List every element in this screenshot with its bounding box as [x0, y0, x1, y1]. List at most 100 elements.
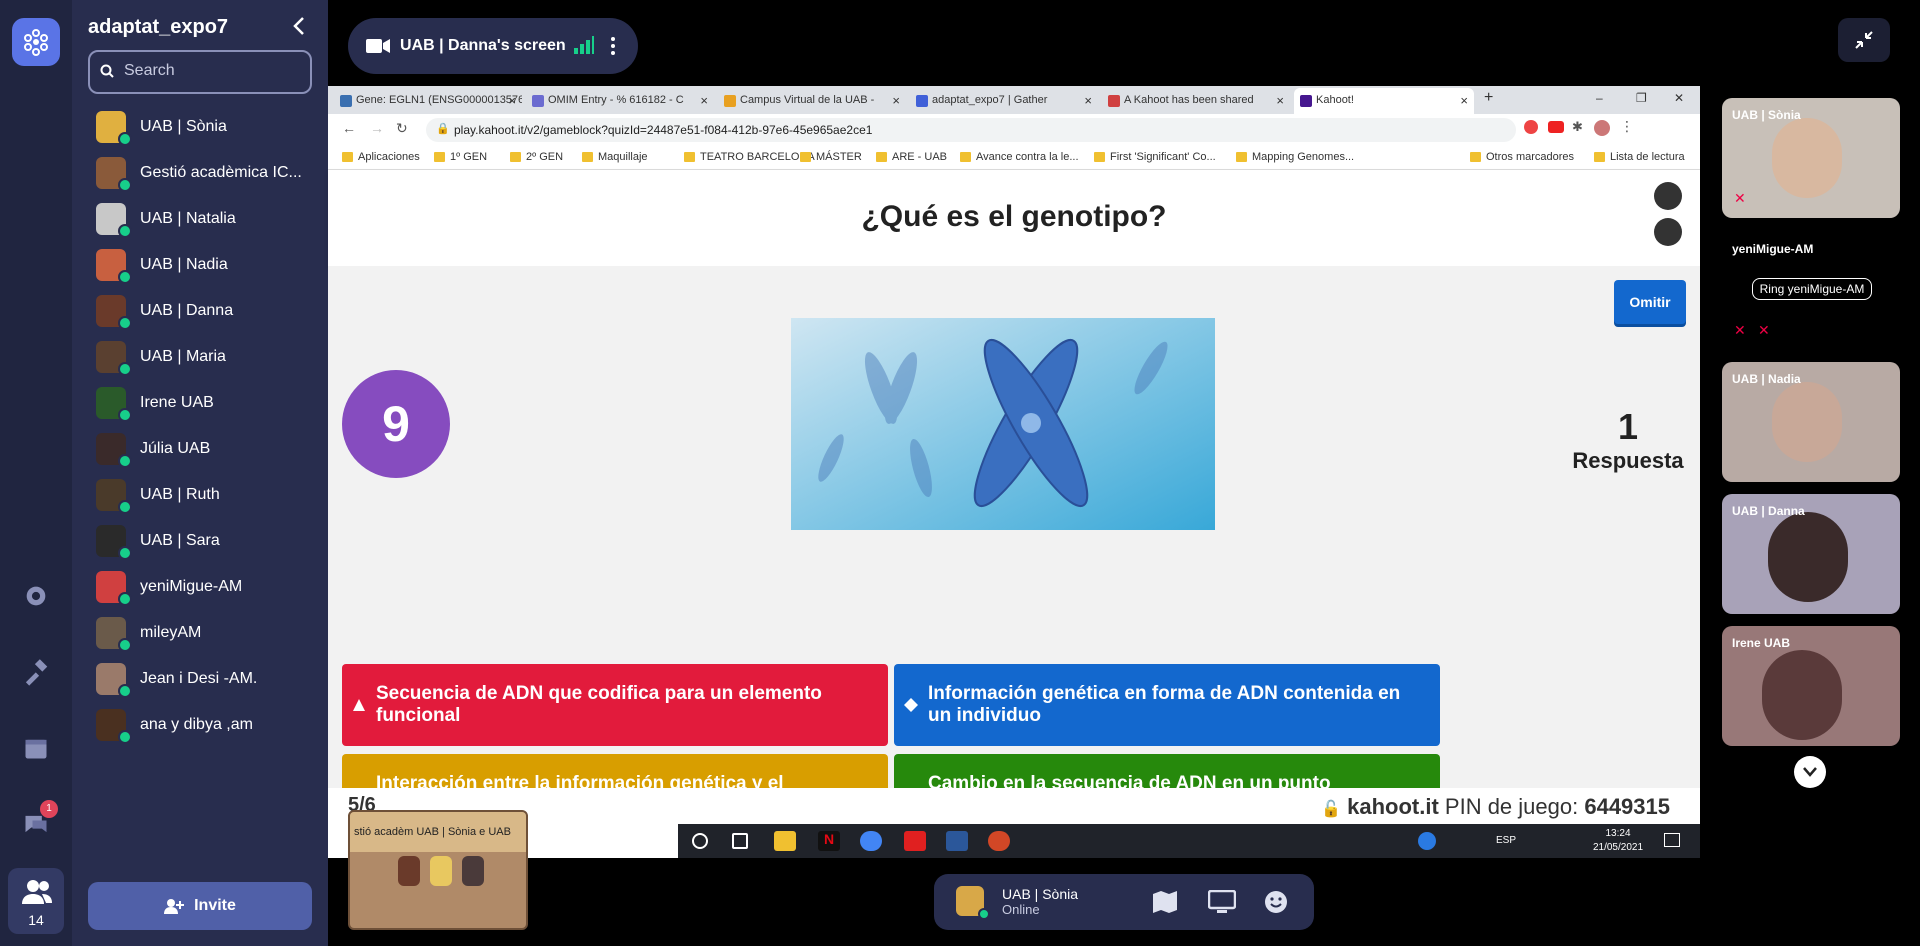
video-tile[interactable]: yeniMigue-AM Ring yeniMigue-AM ✕ ✕: [1722, 232, 1900, 350]
browser-tab[interactable]: Kahoot! ×: [1294, 88, 1474, 114]
menu-icon[interactable]: ⋮: [1620, 118, 1634, 135]
back-arrow-icon[interactable]: ←: [342, 120, 356, 136]
question-text: ¿Qué es el genotipo?: [861, 200, 1167, 233]
bookmark-item[interactable]: TEATRO BARCELONA: [684, 151, 815, 163]
bookmark-item[interactable]: Aplicaciones: [342, 151, 420, 163]
user-name: UAB | Natalia: [140, 210, 236, 227]
window-maximize-icon[interactable]: ❐: [1636, 91, 1647, 105]
invite-button[interactable]: Invite: [88, 882, 312, 930]
opera-extension-icon[interactable]: [1524, 120, 1538, 134]
user-list-item[interactable]: UAB | Sònia: [72, 104, 328, 150]
puzzle-icon[interactable]: ✱: [1572, 119, 1583, 135]
fullscreen-icon[interactable]: [1654, 182, 1682, 210]
user-list-item[interactable]: Júlia UAB: [72, 426, 328, 472]
forward-arrow-icon[interactable]: →: [370, 120, 384, 136]
video-tile[interactable]: UAB | Danna: [1722, 494, 1900, 614]
close-tab-icon[interactable]: ×: [1276, 93, 1284, 108]
acrobat-icon[interactable]: [904, 831, 926, 851]
screen-share-icon[interactable]: [1208, 890, 1236, 914]
map-icon[interactable]: [1152, 890, 1178, 914]
chevron-down-icon: [1803, 767, 1817, 777]
ring-button[interactable]: Ring yeniMigue-AM: [1752, 278, 1872, 300]
bookmark-folder-icon: [876, 152, 887, 162]
user-list-item[interactable]: UAB | Nadia: [72, 242, 328, 288]
participants-button[interactable]: 14: [8, 868, 64, 934]
answer-option[interactable]: Información genética en forma de ADN con…: [894, 664, 1440, 746]
hammer-icon[interactable]: [22, 658, 50, 686]
url-field[interactable]: 🔒 play.kahoot.it/v2/gameblock?quizId=244…: [426, 118, 1516, 142]
invite-label: Invite: [194, 897, 236, 914]
user-list-item[interactable]: mileyAM: [72, 610, 328, 656]
answer-option[interactable]: Secuencia de ADN que codifica para un el…: [342, 664, 888, 746]
browser-tab[interactable]: adaptat_expo7 | Gather ×: [910, 88, 1098, 114]
calendar-icon[interactable]: [22, 734, 50, 762]
user-list-item[interactable]: yeniMigue-AM: [72, 564, 328, 610]
powerpoint-icon[interactable]: [988, 831, 1010, 851]
user-list-item[interactable]: UAB | Maria: [72, 334, 328, 380]
bookmark-item[interactable]: MÁSTER: [800, 151, 862, 163]
file-explorer-icon[interactable]: [774, 831, 796, 851]
word-icon[interactable]: [946, 831, 968, 851]
skip-button[interactable]: Omitir: [1614, 280, 1686, 324]
new-tab-icon[interactable]: +: [1484, 89, 1493, 107]
emoji-icon[interactable]: [1264, 890, 1288, 914]
game-minimap[interactable]: stió acadèm UAB | Sònia e UAB: [348, 810, 528, 930]
video-tile[interactable]: UAB | Sònia ✕: [1722, 98, 1900, 218]
user-list-item[interactable]: UAB | Natalia: [72, 196, 328, 242]
minimize-button[interactable]: [1838, 18, 1890, 62]
scroll-down-button[interactable]: [1794, 756, 1826, 788]
close-tab-icon[interactable]: ×: [508, 93, 516, 108]
user-list-item[interactable]: Irene UAB: [72, 380, 328, 426]
bookmark-item[interactable]: Otros marcadores: [1470, 151, 1574, 163]
bookmark-item[interactable]: First 'Significant' Co...: [1094, 151, 1216, 163]
bookmark-item[interactable]: ARE - UAB: [876, 151, 947, 163]
window-minimize-icon[interactable]: –: [1596, 91, 1603, 105]
tab-label: Gene: EGLN1 (ENSG00000135766): [356, 94, 522, 106]
avatar: [462, 856, 484, 886]
netflix-icon[interactable]: N: [818, 831, 840, 851]
close-tab-icon[interactable]: ×: [1084, 93, 1092, 108]
user-list-item[interactable]: ana y dibya ,am: [72, 702, 328, 748]
kahoot-site: kahoot.it: [1347, 794, 1439, 819]
help-icon[interactable]: [1418, 832, 1436, 850]
gear-icon[interactable]: [22, 582, 50, 610]
screen-share-header[interactable]: UAB | Danna's screen: [348, 18, 638, 74]
user-list-item[interactable]: UAB | Danna: [72, 288, 328, 334]
browser-tab[interactable]: Gene: EGLN1 (ENSG00000135766) ×: [334, 88, 522, 114]
task-view-icon[interactable]: [732, 833, 748, 849]
close-tab-icon[interactable]: ×: [1460, 93, 1468, 108]
gather-logo[interactable]: [12, 18, 60, 66]
more-vertical-icon[interactable]: [610, 36, 616, 56]
search-box[interactable]: [88, 50, 312, 94]
browser-tab[interactable]: A Kahoot has been shared ×: [1102, 88, 1290, 114]
youtube-extension-icon[interactable]: [1548, 121, 1564, 133]
bookmark-item[interactable]: Mapping Genomes...: [1236, 151, 1354, 163]
video-tile[interactable]: UAB | Nadia: [1722, 362, 1900, 482]
language-indicator[interactable]: ESP: [1496, 835, 1516, 846]
reload-icon[interactable]: ↻: [396, 120, 408, 137]
user-list-item[interactable]: Gestió acadèmica IC...: [72, 150, 328, 196]
bookmark-item[interactable]: Avance contra la le...: [960, 151, 1079, 163]
chrome-icon[interactable]: [860, 831, 882, 851]
search-input[interactable]: [124, 62, 304, 80]
profile-avatar[interactable]: [1594, 120, 1610, 136]
search-icon: [100, 64, 114, 78]
participants-sidebar: adaptat_expo7 UAB | Sònia Gestió acadèmic…: [72, 0, 328, 946]
close-tab-icon[interactable]: ×: [892, 93, 900, 108]
close-tab-icon[interactable]: ×: [700, 93, 708, 108]
bookmark-item[interactable]: 1º GEN: [434, 151, 487, 163]
window-close-icon[interactable]: ✕: [1674, 91, 1684, 105]
cortana-icon[interactable]: [692, 833, 708, 849]
bookmark-item[interactable]: 2º GEN: [510, 151, 563, 163]
user-list-item[interactable]: UAB | Sara: [72, 518, 328, 564]
browser-tab[interactable]: OMIM Entry - % 616182 - C ×: [526, 88, 714, 114]
bookmark-item[interactable]: Lista de lectura: [1594, 151, 1685, 163]
notifications-icon[interactable]: [1664, 833, 1680, 847]
user-list-item[interactable]: Jean i Desi -AM.: [72, 656, 328, 702]
browser-tab[interactable]: Campus Virtual de la UAB - ×: [718, 88, 906, 114]
chevron-left-icon[interactable]: [288, 14, 312, 38]
bookmark-item[interactable]: Maquillaje: [582, 151, 648, 163]
user-list-item[interactable]: UAB | Ruth: [72, 472, 328, 518]
video-tile[interactable]: Irene UAB: [1722, 626, 1900, 746]
speaker-icon[interactable]: [1654, 218, 1682, 246]
